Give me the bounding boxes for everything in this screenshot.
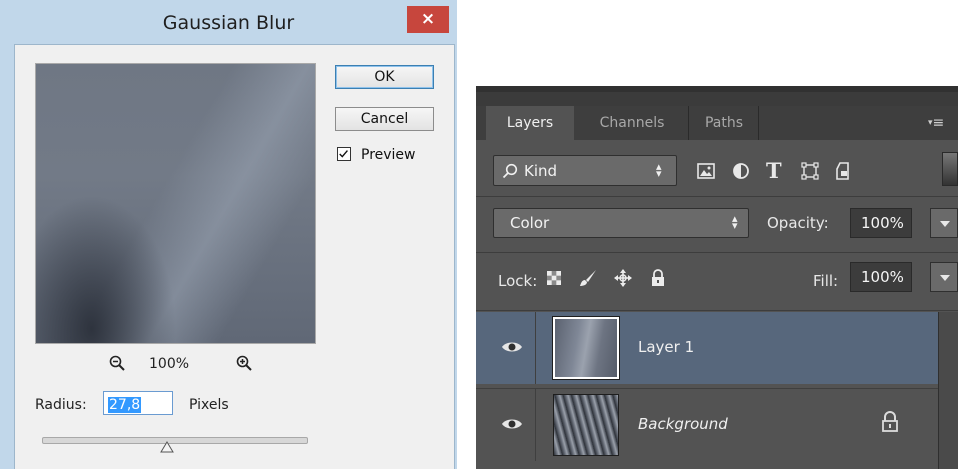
type-filter-icon[interactable]: T <box>766 158 786 183</box>
blur-preview-image[interactable] <box>35 63 316 344</box>
visibility-toggle[interactable] <box>476 312 536 384</box>
select-arrows-icon: ▴ ▾ <box>732 212 738 232</box>
zoom-out-icon[interactable] <box>109 355 125 371</box>
layer-thumbnail[interactable] <box>552 316 620 380</box>
close-button[interactable]: × <box>407 6 449 33</box>
tab-layers[interactable]: Layers <box>486 106 574 140</box>
layers-panel: Layers Channels Paths ▾≡ Kind ▴ ▾ T Colo… <box>476 86 958 469</box>
radius-slider[interactable] <box>42 437 308 444</box>
preview-label: Preview <box>361 147 416 163</box>
dialog-body: 100% Radius: 27,8 Pixels OK Cancel Previ… <box>14 44 455 469</box>
lock-transparent-pixels-icon[interactable] <box>544 268 564 288</box>
panel-menu-glyph: ≡ <box>932 115 945 131</box>
lock-label: Lock: <box>498 272 538 290</box>
lock-image-pixels-icon[interactable] <box>578 268 598 288</box>
cancel-button[interactable]: Cancel <box>335 107 434 131</box>
filter-kind-label: Kind <box>524 162 558 180</box>
slider-thumb-icon[interactable] <box>160 441 174 453</box>
radius-input[interactable]: 27,8 <box>103 391 173 415</box>
tab-channels[interactable]: Channels <box>576 106 689 140</box>
radius-label: Radius: <box>35 397 87 413</box>
visibility-toggle[interactable] <box>476 389 536 461</box>
shape-filter-icon[interactable] <box>800 161 820 181</box>
layers-scrollbar[interactable] <box>938 312 958 469</box>
fill-dropdown-arrow[interactable] <box>930 262 958 292</box>
blend-mode-label: Color <box>510 214 550 232</box>
filter-toggle-switch[interactable] <box>942 152 958 186</box>
units-label: Pixels <box>189 397 229 413</box>
divider <box>476 310 958 311</box>
image-filter-icon[interactable] <box>696 161 716 181</box>
panel-tabs: Layers Channels Paths ▾≡ <box>476 106 958 140</box>
divider <box>476 252 958 253</box>
adjustment-filter-icon[interactable] <box>731 161 751 181</box>
opacity-input[interactable]: 100% <box>850 208 912 238</box>
search-icon <box>502 163 518 179</box>
ok-button[interactable]: OK <box>335 65 434 89</box>
zoom-level: 100% <box>149 356 190 372</box>
layer-thumbnail[interactable] <box>553 394 619 456</box>
layer-row-layer-1[interactable]: Layer 1 <box>476 312 938 384</box>
fill-label: Fill: <box>813 272 839 290</box>
radius-value: 27,8 <box>108 397 142 413</box>
smart-object-filter-icon[interactable] <box>834 161 854 181</box>
fill-input[interactable]: 100% <box>850 262 912 292</box>
panel-menu-icon[interactable]: ▾≡ <box>928 115 944 131</box>
select-arrows-icon: ▴ ▾ <box>656 160 662 180</box>
layer-lock-icon[interactable] <box>881 411 899 433</box>
tab-paths[interactable]: Paths <box>690 106 759 140</box>
zoom-in-icon[interactable] <box>236 355 252 371</box>
divider <box>476 196 958 197</box>
opacity-dropdown-arrow[interactable] <box>930 208 958 238</box>
gaussian-blur-dialog: Gaussian Blur × 100% Radius: 27,8 Pixels… <box>0 0 457 469</box>
dialog-title: Gaussian Blur <box>162 12 295 34</box>
preview-checkbox[interactable] <box>337 147 351 161</box>
layer-name[interactable]: Background <box>638 415 728 433</box>
opacity-label: Opacity: <box>767 214 829 232</box>
eye-icon <box>502 419 522 429</box>
blend-mode-select[interactable]: Color ▴ ▾ <box>493 208 749 238</box>
filter-kind-select[interactable]: Kind ▴ ▾ <box>493 155 677 186</box>
layer-name[interactable]: Layer 1 <box>638 338 694 356</box>
lock-all-icon[interactable] <box>648 268 668 288</box>
checkmark-icon <box>339 150 348 158</box>
eye-icon <box>502 342 522 352</box>
lock-position-icon[interactable] <box>613 268 633 288</box>
layer-row-background[interactable]: Background <box>476 388 938 461</box>
panel-topbar[interactable] <box>476 86 958 106</box>
